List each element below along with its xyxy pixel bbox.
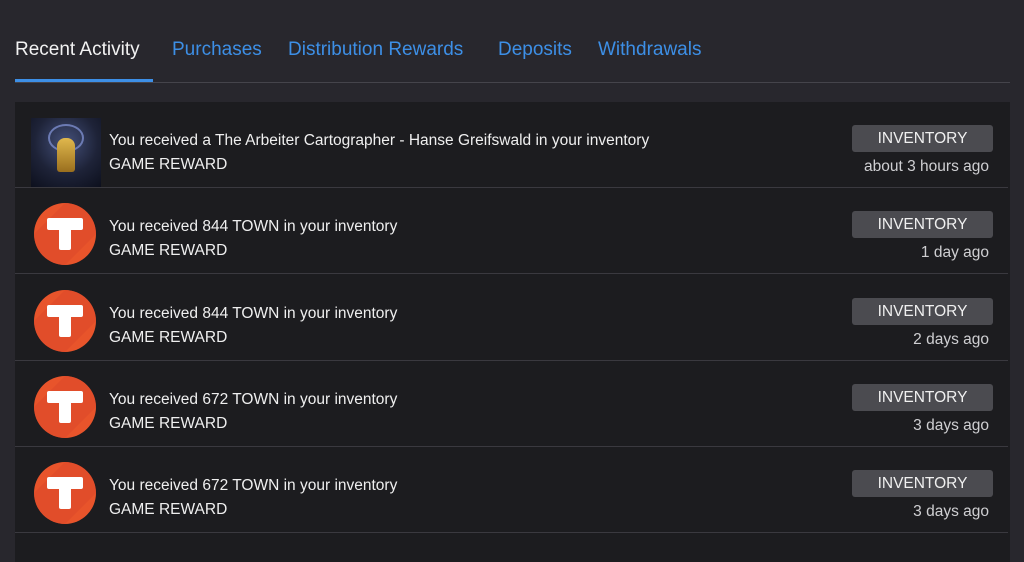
activity-type: GAME REWARD [109,501,228,518]
list-item[interactable]: You received 672 TOWN in your inventory … [15,361,1008,447]
town-token-icon [34,376,96,438]
town-token-icon [34,203,96,265]
inventory-badge[interactable]: INVENTORY [852,384,993,411]
tab-recent-activity[interactable]: Recent Activity [15,38,140,62]
town-token-icon [34,290,96,352]
activity-type: GAME REWARD [109,242,228,259]
inventory-badge[interactable]: INVENTORY [852,211,993,238]
list-item[interactable]: You received 844 TOWN in your inventory … [15,275,1008,361]
activity-message: You received 844 TOWN in your inventory [109,305,398,322]
tab-distribution-rewards[interactable]: Distribution Rewards [288,38,463,62]
activity-message: You received 672 TOWN in your inventory [109,391,398,408]
activity-list: You received a The Arbeiter Cartographer… [15,102,1010,562]
tabs-divider [15,82,1010,83]
inventory-badge[interactable]: INVENTORY [852,125,993,152]
activity-message: You received a The Arbeiter Cartographer… [109,132,650,149]
list-item[interactable]: You received 844 TOWN in your inventory … [15,188,1008,274]
row-divider [15,532,1008,533]
list-item[interactable]: You received 672 TOWN in your inventory … [15,447,1008,533]
nft-card-thumbnail [31,118,101,188]
activity-type: GAME REWARD [109,329,228,346]
activity-message: You received 672 TOWN in your inventory [109,477,398,494]
tab-purchases[interactable]: Purchases [172,38,262,62]
list-item[interactable]: You received a The Arbeiter Cartographer… [15,102,1008,188]
row-divider [15,273,1008,274]
activity-timestamp: 2 days ago [913,331,989,348]
activity-type: GAME REWARD [109,415,228,432]
activity-timestamp: 1 day ago [920,244,989,261]
activity-message: You received 844 TOWN in your inventory [109,218,398,235]
activity-type: GAME REWARD [109,156,228,173]
activity-tabs: Recent Activity Purchases Distribution R… [0,0,1024,83]
tab-deposits[interactable]: Deposits [498,38,572,62]
activity-timestamp: about 3 hours ago [864,158,989,175]
tab-withdrawals[interactable]: Withdrawals [598,38,701,62]
activity-timestamp: 3 days ago [913,503,989,520]
activity-timestamp: 3 days ago [913,417,989,434]
town-token-icon [34,462,96,524]
inventory-badge[interactable]: INVENTORY [852,470,993,497]
inventory-badge[interactable]: INVENTORY [852,298,993,325]
